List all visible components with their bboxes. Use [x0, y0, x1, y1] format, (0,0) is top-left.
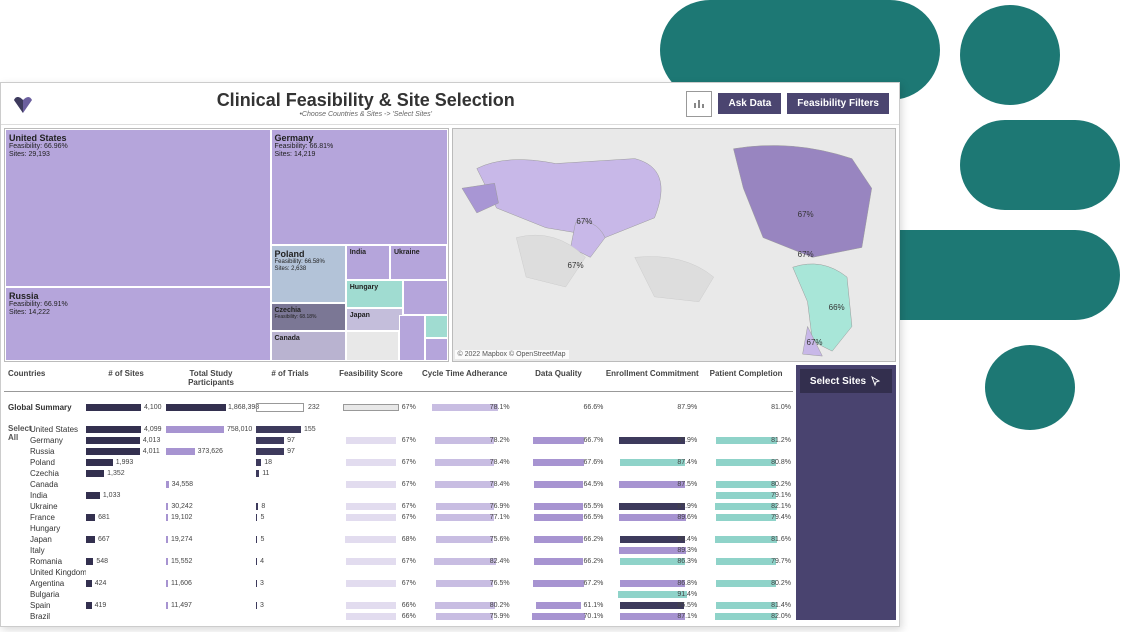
ask-data-button[interactable]: Ask Data	[718, 93, 781, 114]
side-panel: Select Sites	[796, 365, 896, 620]
table-row[interactable]: Spain41911,497366%80.2%61.1%85.5%81.4%	[28, 600, 793, 611]
country-name: Czechia	[28, 469, 86, 478]
select-all-label[interactable]: Select All	[4, 424, 28, 442]
decorative-blob	[960, 120, 1120, 210]
map-attribution: © 2022 Mapbox © OpenStreetMap	[455, 350, 569, 359]
map-percent-label: 67%	[568, 261, 584, 270]
feasibility-filters-button[interactable]: Feasibility Filters	[787, 93, 889, 114]
column-header-enroll[interactable]: Enrollment Commitment	[605, 369, 699, 387]
country-name: Bulgaria	[28, 590, 86, 599]
country-name: United States	[28, 425, 86, 434]
table-row[interactable]: Hungary	[28, 523, 793, 534]
treemap-cell-label: Poland	[275, 249, 342, 259]
choropleth-map[interactable]: 67% 67% 67% 67% 66% 67% © 2022 Mapbox © …	[452, 128, 897, 362]
country-name: Romania	[28, 557, 86, 566]
column-header-feasibility[interactable]: Feasibility Score	[324, 369, 418, 387]
table-row[interactable]: Poland1,9931867%78.4%67.6%87.4%80.8%	[28, 457, 793, 468]
column-header-countries[interactable]: Countries	[4, 369, 86, 387]
decorative-blob	[985, 345, 1075, 430]
page-title: Clinical Feasibility & Site Selection	[45, 90, 686, 111]
table-row[interactable]: India1,03379.1%	[28, 490, 793, 501]
country-name: Italy	[28, 546, 86, 555]
treemap-cell-label: Czechia	[275, 307, 342, 314]
select-sites-button[interactable]: Select Sites	[800, 369, 892, 393]
country-name: Ukraine	[28, 502, 86, 511]
country-name: France	[28, 513, 86, 522]
country-name: Germany	[28, 436, 86, 445]
country-name: Russia	[28, 447, 86, 456]
cursor-icon	[870, 375, 882, 387]
column-header-participants[interactable]: Total Study Participants	[166, 369, 256, 387]
column-header-sites[interactable]: # of Sites	[86, 369, 166, 387]
treemap-cell-label: Russia	[9, 291, 267, 301]
table-row[interactable]: Argentina42411,606367%76.5%67.2%86.8%80.…	[28, 578, 793, 589]
treemap-cell-label: Canada	[275, 335, 342, 342]
table-row[interactable]: Ukraine30,242867%76.9%65.5%87.9%82.1%	[28, 501, 793, 512]
table-row[interactable]: Romania54815,552467%82.4%66.2%86.3%79.7%	[28, 556, 793, 567]
treemap-cell-label: Japan	[350, 312, 400, 319]
country-name: Brazil	[28, 612, 86, 620]
map-percent-label: 67%	[576, 217, 592, 226]
global-summary-label: Global Summary	[4, 403, 86, 412]
table-row[interactable]: Germany4,0139767%78.2%66.7%87.9%81.2%	[28, 435, 793, 446]
table-row[interactable]: Czechia1,35211	[28, 468, 793, 479]
country-name: Hungary	[28, 524, 86, 533]
country-name: Canada	[28, 480, 86, 489]
country-metrics-table: Countries # of Sites Total Study Partici…	[4, 365, 793, 620]
table-row[interactable]: Russia4,011373,62697	[28, 446, 793, 457]
global-summary-row: Global Summary 4,100 1,868,398 232 67% 7…	[4, 398, 793, 416]
logo-icon	[11, 92, 35, 116]
map-percent-label: 66%	[829, 303, 845, 312]
treemap-cell-label: Ukraine	[394, 249, 444, 256]
table-row[interactable]: Canada34,55867%78.4%64.5%87.5%80.2%	[28, 479, 793, 490]
country-name: United Kingdom	[28, 568, 86, 577]
map-percent-label: 67%	[798, 250, 814, 259]
treemap-cell-label: United States	[9, 133, 267, 143]
treemap-cell-label: Germany	[275, 133, 444, 143]
treemap-cell-label: Hungary	[350, 284, 400, 291]
decorative-blob	[960, 5, 1060, 105]
country-name: Japan	[28, 535, 86, 544]
table-row[interactable]: Brazil66%75.9%70.1%87.1%82.0%	[28, 611, 793, 620]
header: Clinical Feasibility & Site Selection •C…	[1, 83, 899, 125]
chart-icon-button[interactable]	[686, 91, 712, 117]
table-row[interactable]: Japan66719,274568%75.6%66.2%86.4%81.6%	[28, 534, 793, 545]
map-percent-label: 67%	[807, 338, 823, 347]
table-row[interactable]: United States4,099758,010155	[28, 424, 793, 435]
map-percent-label: 67%	[798, 210, 814, 219]
column-header-trials[interactable]: # of Trials	[256, 369, 324, 387]
country-name: Poland	[28, 458, 86, 467]
table-row[interactable]: France68119,102567%77.1%66.5%89.6%79.4%	[28, 512, 793, 523]
column-header-dq[interactable]: Data Quality	[512, 369, 606, 387]
country-name: India	[28, 491, 86, 500]
page-subtitle: •Choose Countries & Sites -> 'Select Sit…	[45, 111, 686, 118]
table-row[interactable]: United Kingdom	[28, 567, 793, 578]
country-name: Spain	[28, 601, 86, 610]
column-header-completion[interactable]: Patient Completion	[699, 369, 793, 387]
treemap-chart[interactable]: United States Feasibility: 66.96% Sites:…	[4, 128, 449, 362]
treemap-cell-label: India	[350, 249, 386, 256]
country-name: Argentina	[28, 579, 86, 588]
column-header-cycle[interactable]: Cycle Time Adherance	[418, 369, 512, 387]
table-row[interactable]: Italy89.3%	[28, 545, 793, 556]
dashboard-container: Clinical Feasibility & Site Selection •C…	[0, 82, 900, 627]
table-row[interactable]: Bulgaria91.4%	[28, 589, 793, 600]
